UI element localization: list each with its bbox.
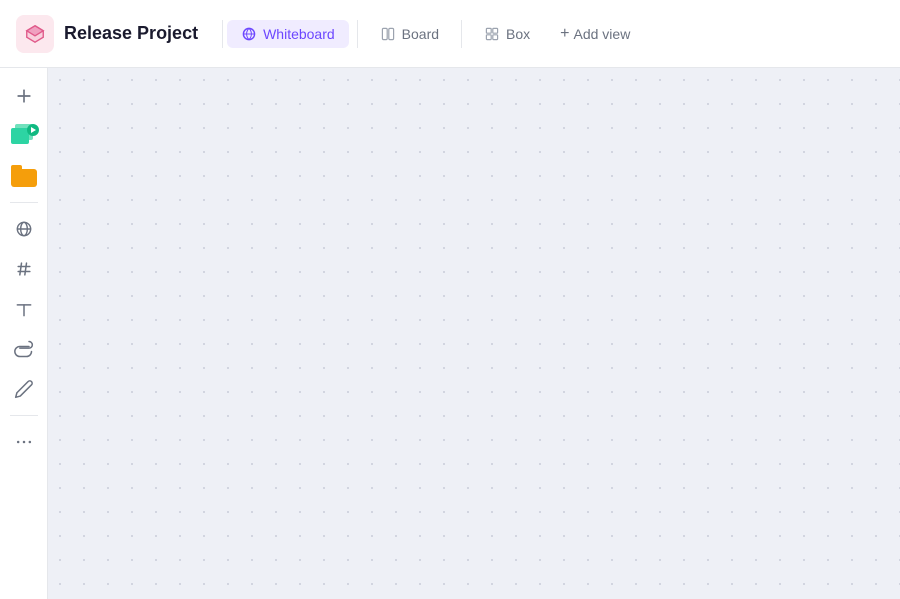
tab-whiteboard[interactable]: Whiteboard xyxy=(227,20,349,48)
whiteboard-icon xyxy=(241,26,257,42)
sidebar-text-tool[interactable] xyxy=(6,291,42,327)
sidebar-separator-2 xyxy=(10,415,38,416)
board-icon xyxy=(380,26,396,42)
add-view-plus-icon: + xyxy=(560,25,569,43)
box-icon xyxy=(484,26,500,42)
main-content xyxy=(0,68,900,599)
sidebar-more-button[interactable] xyxy=(6,424,42,460)
add-view-button[interactable]: + Add view xyxy=(548,19,642,49)
sidebar-add-button[interactable] xyxy=(6,78,42,114)
sidebar-globe-tool[interactable] xyxy=(6,211,42,247)
tab-box-label: Box xyxy=(506,26,530,42)
sidebar-separator-1 xyxy=(10,202,38,203)
tab-whiteboard-label: Whiteboard xyxy=(263,26,335,42)
nav-divider-1 xyxy=(222,20,223,48)
header: Release Project Whiteboard xyxy=(0,0,900,68)
tab-box[interactable]: Box xyxy=(470,20,544,48)
whiteboard-canvas[interactable] xyxy=(48,68,900,599)
project-title: Release Project xyxy=(64,23,198,44)
sidebar-attachment-tool[interactable] xyxy=(6,331,42,367)
nav-divider-3 xyxy=(461,20,462,48)
sidebar-files-tool[interactable] xyxy=(6,158,42,194)
nav-tabs: Whiteboard Board xyxy=(227,20,544,48)
project-icon xyxy=(16,15,54,53)
sidebar-media-tool[interactable] xyxy=(6,118,42,154)
tab-board[interactable]: Board xyxy=(366,20,453,48)
sidebar xyxy=(0,68,48,599)
nav-divider-2 xyxy=(357,20,358,48)
sidebar-draw-tool[interactable] xyxy=(6,371,42,407)
sidebar-hashtag-tool[interactable] xyxy=(6,251,42,287)
tab-board-label: Board xyxy=(402,26,439,42)
add-view-label: Add view xyxy=(574,26,631,42)
